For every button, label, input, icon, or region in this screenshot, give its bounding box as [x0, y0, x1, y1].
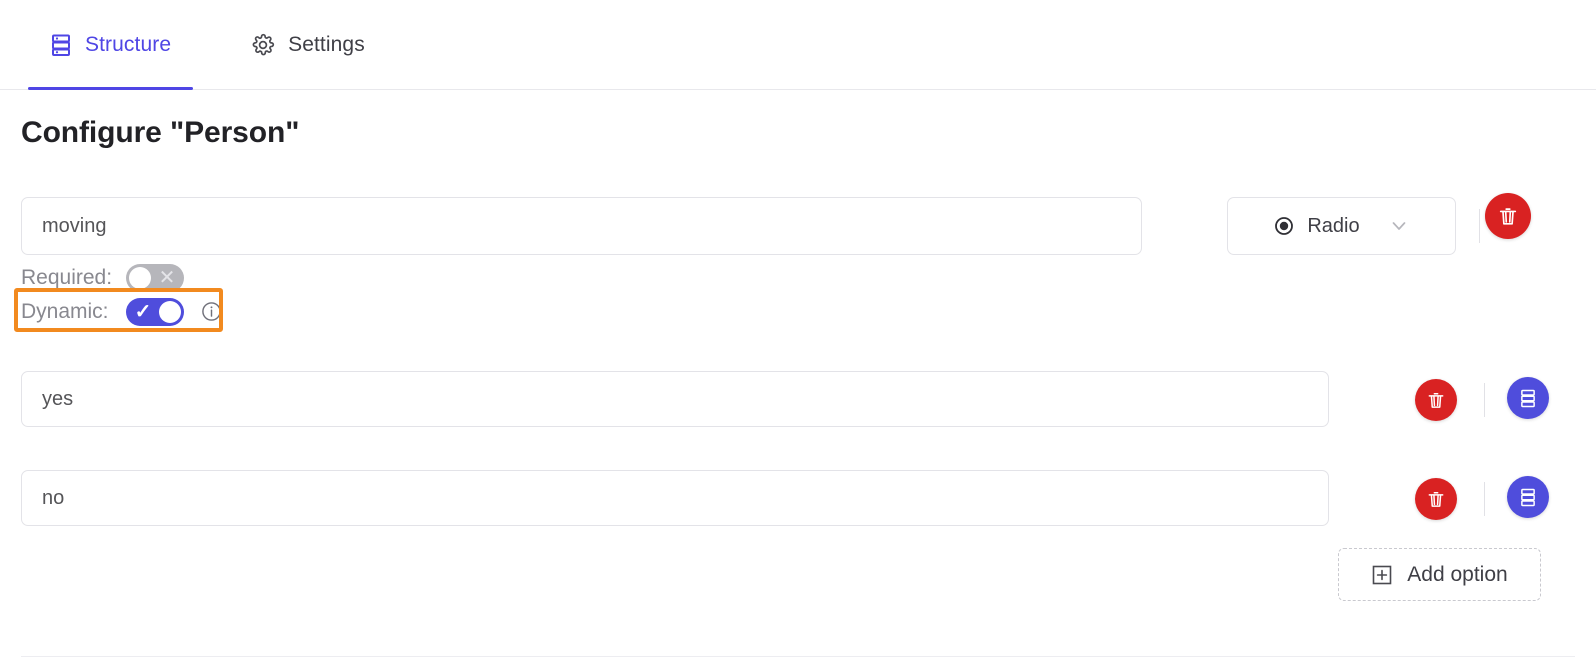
tab-structure[interactable]: Structure — [28, 0, 194, 90]
option-row — [21, 371, 1575, 427]
trash-icon — [1426, 390, 1446, 410]
delete-option-button[interactable] — [1415, 379, 1457, 421]
required-toggle-mark: ✕ — [158, 267, 176, 289]
chevron-down-icon — [1389, 216, 1409, 236]
structure-icon — [50, 33, 72, 57]
option-value-input[interactable] — [21, 371, 1329, 427]
required-toggle-row: Required: ✕ — [21, 262, 222, 293]
required-toggle[interactable]: ✕ — [126, 263, 184, 292]
required-toggle-knob — [129, 266, 151, 289]
delete-option-button[interactable] — [1415, 478, 1457, 520]
add-option-label: Add option — [1407, 562, 1508, 586]
option-structure-button[interactable] — [1507, 476, 1549, 518]
configure-field-page: Structure Settings Configure "Person" mo… — [0, 0, 1596, 662]
field-actions-divider — [1479, 209, 1480, 243]
dynamic-label: Dynamic: — [21, 299, 109, 323]
bottom-divider — [21, 656, 1575, 657]
delete-field-button[interactable] — [1485, 193, 1531, 239]
option-row — [21, 470, 1575, 526]
structure-icon — [1518, 487, 1538, 508]
field-row: Radio — [21, 193, 1575, 255]
info-icon[interactable] — [201, 301, 222, 322]
plus-square-icon — [1371, 564, 1393, 586]
tab-settings-label: Settings — [288, 33, 365, 56]
trash-icon — [1426, 489, 1446, 509]
field-type-select[interactable]: Radio — [1227, 197, 1456, 255]
tab-bar: Structure Settings — [0, 0, 1596, 90]
option-value-input[interactable] — [21, 470, 1329, 526]
structure-icon — [1518, 388, 1538, 409]
required-label: Required: — [21, 265, 113, 289]
tab-active-indicator — [28, 87, 194, 90]
tab-settings[interactable]: Settings — [229, 0, 387, 90]
dynamic-toggle[interactable]: ✓ — [126, 297, 184, 326]
dynamic-toggle-row: Dynamic: ✓ — [14, 288, 223, 332]
page-title: Configure "Person" — [21, 116, 300, 149]
tab-structure-label: Structure — [85, 33, 172, 56]
trash-icon — [1497, 205, 1519, 227]
option-actions-divider — [1484, 482, 1485, 516]
option-structure-button[interactable] — [1507, 377, 1549, 419]
field-type-label: Radio — [1307, 214, 1360, 237]
add-option-button[interactable]: Add option — [1338, 548, 1541, 601]
radio-icon — [1274, 216, 1294, 236]
dynamic-toggle-mark: ✓ — [134, 301, 152, 323]
gear-icon — [251, 33, 275, 57]
field-toggles: Required: ✕ Dynamic: ✓ — [14, 262, 223, 332]
field-name-input[interactable] — [21, 197, 1142, 255]
option-actions-divider — [1484, 383, 1485, 417]
dynamic-toggle-knob — [159, 300, 181, 323]
